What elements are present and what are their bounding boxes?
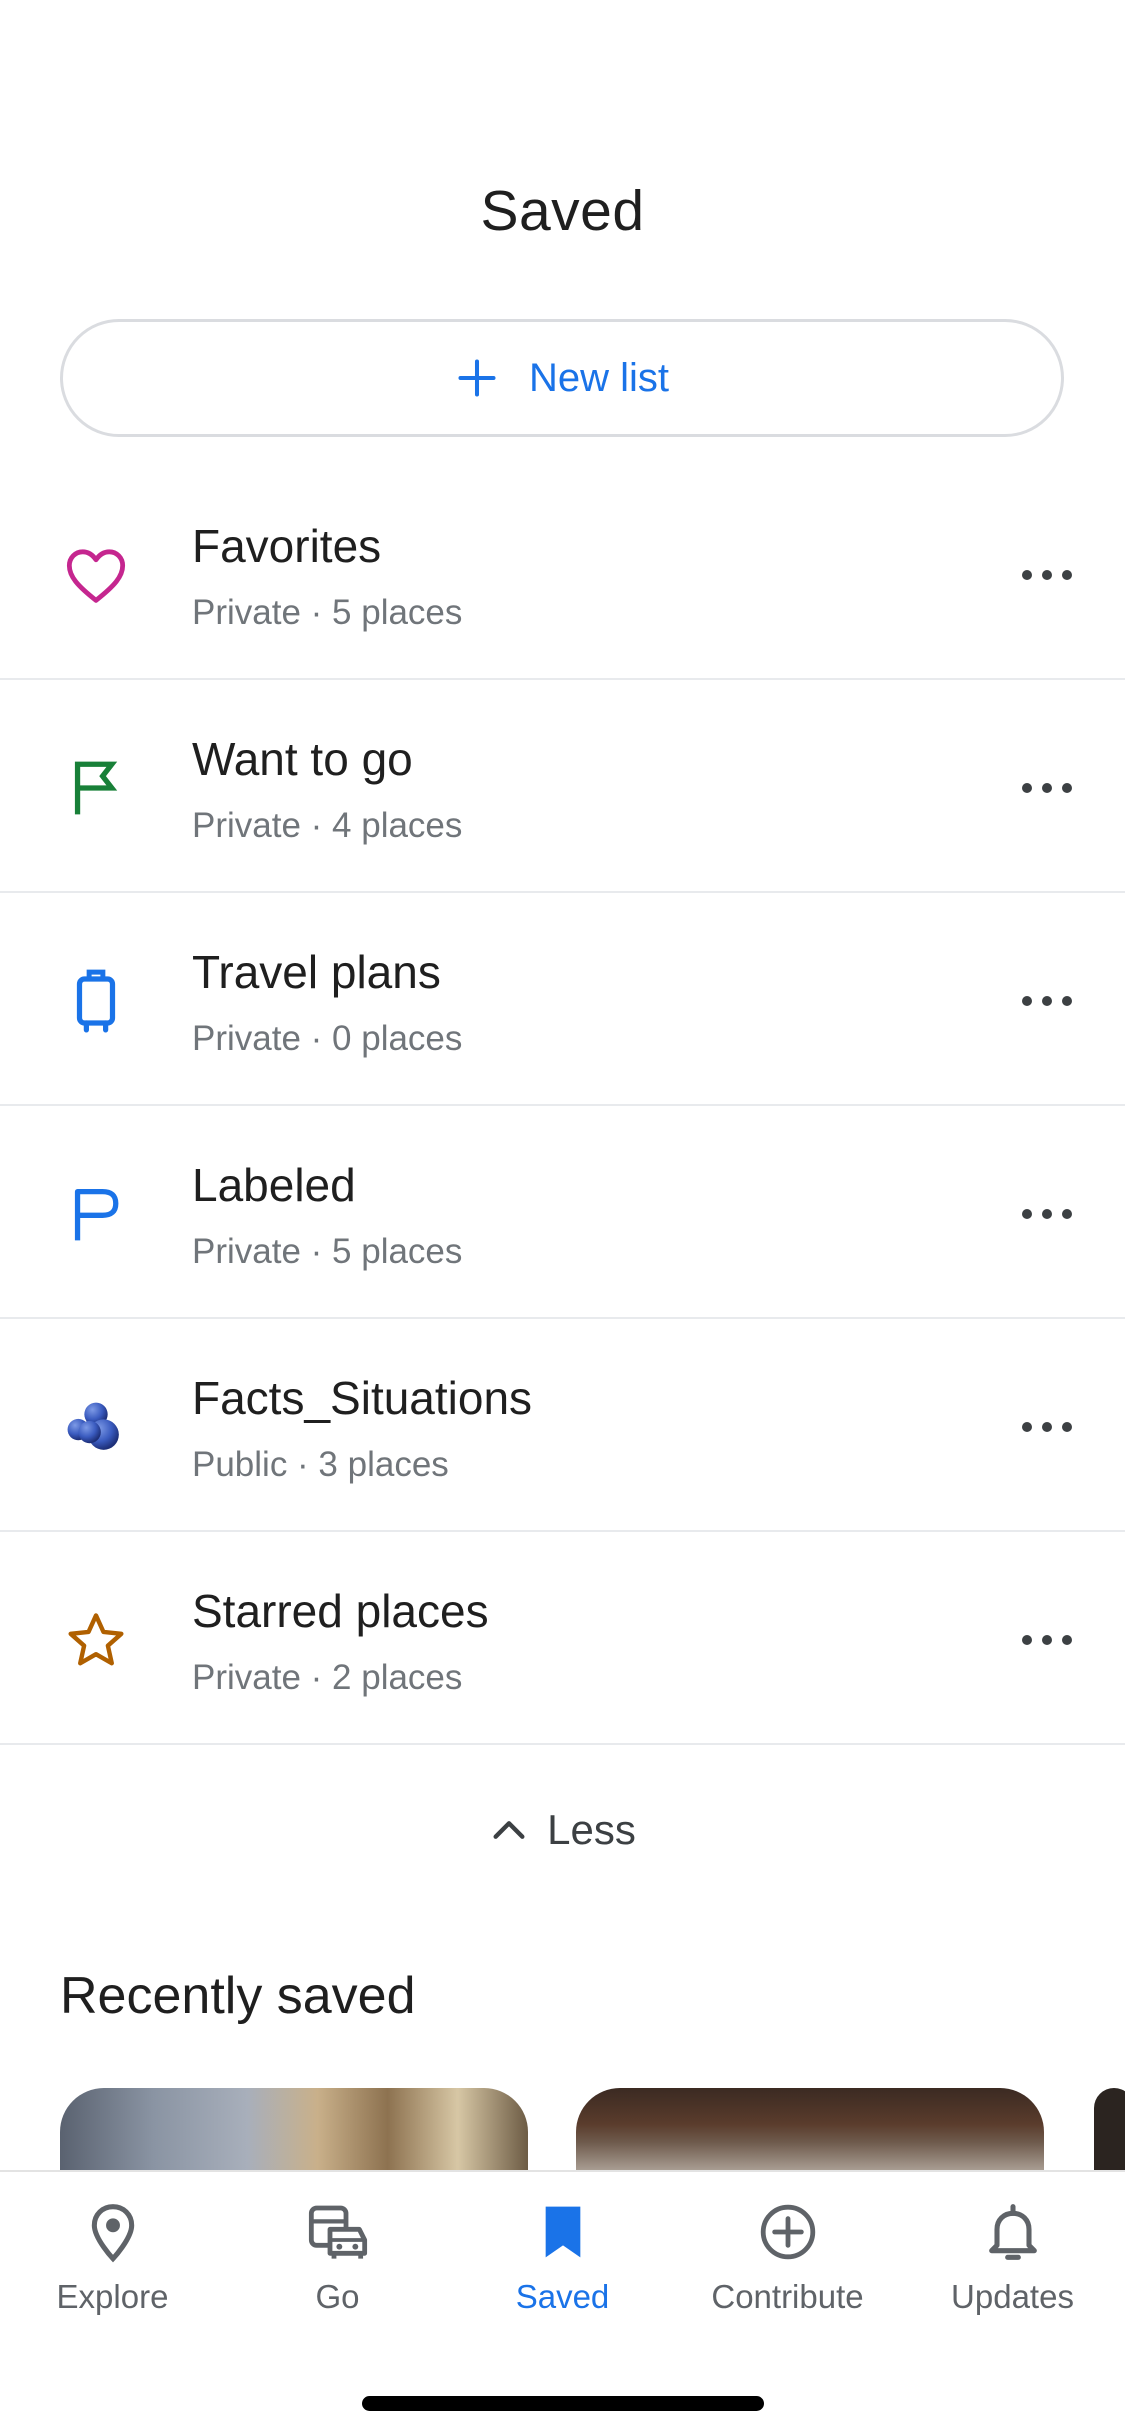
bell-icon (988, 2204, 1037, 2260)
new-list-label: New list (528, 355, 670, 400)
list-meta: Private · 0 places (192, 1019, 463, 1058)
saved-lists: Favorites Private · 5 places Want to go … (0, 467, 1125, 1745)
suitcase-icon (60, 965, 132, 1037)
tab-contribute[interactable]: Contribute (675, 2200, 900, 2316)
list-name: Facts_Situations (192, 1372, 533, 1424)
recent-place-thumbnail[interactable] (576, 2088, 1044, 2178)
new-list-button[interactable]: New list (60, 319, 1064, 437)
location-pin-icon (91, 2204, 134, 2263)
plus-icon (458, 359, 496, 397)
list-name: Labeled (192, 1159, 356, 1211)
list-item-labeled[interactable]: Labeled Private · 5 places (0, 1106, 1125, 1319)
more-options-icon[interactable] (1017, 971, 1077, 1031)
list-meta: Private · 2 places (192, 1658, 463, 1697)
list-meta: Private · 5 places (192, 593, 463, 632)
tab-label: Contribute (711, 2278, 864, 2315)
heart-icon (60, 539, 132, 611)
more-options-icon[interactable] (1017, 1184, 1077, 1244)
blueberries-icon (60, 1391, 132, 1463)
list-item-starred-places[interactable]: Starred places Private · 2 places (0, 1532, 1125, 1745)
more-options-icon[interactable] (1017, 545, 1077, 605)
list-name: Want to go (192, 733, 413, 785)
tab-go[interactable]: Go (225, 2200, 450, 2316)
more-options-icon[interactable] (1017, 1610, 1077, 1670)
home-indicator (362, 2396, 764, 2411)
show-less-label: Less (547, 1806, 636, 1853)
add-circle-icon (760, 2204, 815, 2260)
list-item-facts-situations[interactable]: Facts_Situations Public · 3 places (0, 1319, 1125, 1532)
tab-label: Updates (951, 2278, 1074, 2315)
list-item-travel-plans[interactable]: Travel plans Private · 0 places (0, 893, 1125, 1106)
list-meta: Private · 4 places (192, 806, 463, 845)
flag-icon (60, 752, 132, 824)
list-item-want-to-go[interactable]: Want to go Private · 4 places (0, 680, 1125, 893)
saved-screen: Saved New list Favorites Private · 5 pla… (0, 0, 1125, 2436)
list-meta: Private · 5 places (192, 1232, 463, 1271)
bookmark-icon (545, 2206, 580, 2258)
page-title: Saved (480, 179, 645, 243)
recently-saved-heading: Recently saved (60, 1967, 416, 2025)
more-options-icon[interactable] (1017, 758, 1077, 818)
list-meta: Public · 3 places (192, 1445, 449, 1484)
tab-label: Go (315, 2278, 360, 2315)
recent-place-thumbnail[interactable] (1094, 2088, 1125, 2178)
chevron-up-icon (493, 1821, 525, 1839)
list-name: Travel plans (192, 946, 441, 998)
tab-label: Saved (515, 2278, 610, 2315)
recent-place-thumbnail[interactable] (60, 2088, 528, 2178)
list-item-favorites[interactable]: Favorites Private · 5 places (0, 467, 1125, 680)
tab-saved[interactable]: Saved (450, 2200, 675, 2316)
tab-explore[interactable]: Explore (0, 2200, 225, 2316)
label-flag-icon (60, 1178, 132, 1250)
show-less-button[interactable]: Less (0, 1797, 1125, 1863)
tab-updates[interactable]: Updates (900, 2200, 1125, 2316)
star-icon (60, 1604, 132, 1676)
list-name: Favorites (192, 520, 382, 572)
tab-label: Explore (56, 2278, 169, 2315)
list-name: Starred places (192, 1585, 489, 1637)
commute-icon (308, 2205, 367, 2259)
more-options-icon[interactable] (1017, 1397, 1077, 1457)
